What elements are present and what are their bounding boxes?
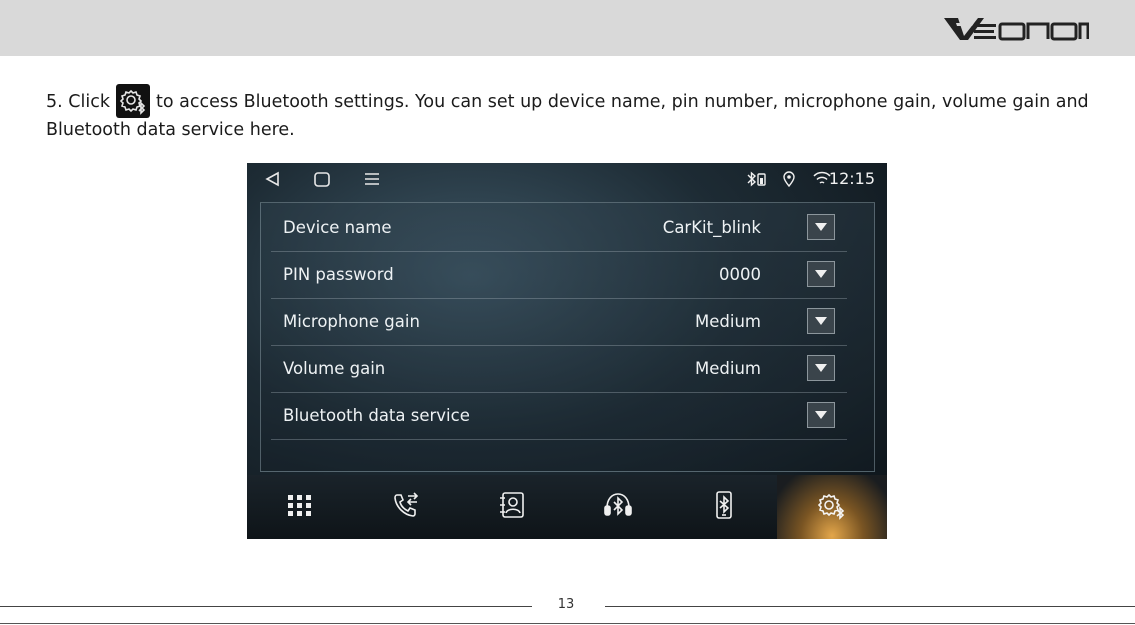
setting-row-bluetooth-data-service[interactable]: Bluetooth data service (271, 393, 847, 440)
bluetooth-music-icon (604, 493, 632, 516)
setting-label: Device name (283, 218, 392, 237)
setting-row-device-name[interactable]: Device name CarKit_blink (271, 205, 847, 252)
dropdown-button[interactable] (807, 261, 835, 287)
head-unit-screen: 12:15 Device name CarKit_blink PIN passw… (247, 163, 887, 539)
status-bar: 12:15 (247, 163, 887, 195)
tab-bluetooth-settings[interactable] (777, 475, 887, 539)
setting-label: Microphone gain (283, 312, 420, 331)
dropdown-button[interactable] (807, 402, 835, 428)
call-log-icon (394, 492, 419, 517)
bluetooth-phone-icon (716, 491, 732, 519)
setting-value: 0000 (719, 265, 761, 284)
menu-icon[interactable] (362, 169, 382, 189)
dropdown-button[interactable] (807, 355, 835, 381)
setting-value: Medium (695, 359, 761, 378)
bluetooth-settings-icon (817, 493, 845, 520)
setting-label: PIN password (283, 265, 394, 284)
setting-row-volume-gain[interactable]: Volume gain Medium (271, 346, 847, 393)
instruction-prefix: 5. Click (46, 92, 110, 112)
eonon-logo (944, 18, 1089, 41)
home-icon[interactable] (312, 169, 332, 189)
setting-label: Bluetooth data service (283, 406, 470, 425)
setting-value: Medium (695, 312, 761, 331)
back-icon[interactable] (263, 169, 283, 189)
tab-call-log[interactable] (353, 475, 459, 539)
contacts-icon (500, 492, 524, 518)
dialpad-icon (288, 495, 311, 516)
location-pin-icon (783, 171, 795, 187)
setting-label: Volume gain (283, 359, 386, 378)
tab-dialpad[interactable] (247, 475, 353, 539)
setting-row-microphone-gain[interactable]: Microphone gain Medium (271, 299, 847, 346)
instruction-suffix: to access Bluetooth settings. You can se… (46, 92, 1089, 140)
tab-bluetooth-music[interactable] (565, 475, 671, 539)
setting-row-pin-password[interactable]: PIN password 0000 (271, 252, 847, 299)
dropdown-button[interactable] (807, 308, 835, 334)
bluetooth-settings-panel: Device name CarKit_blink PIN password 00… (260, 202, 875, 472)
instruction-text: 5. Click to access Bluetooth settings. Yo… (46, 84, 1106, 142)
tab-bluetooth-phone[interactable] (671, 475, 777, 539)
dropdown-button[interactable] (807, 214, 835, 240)
footer-rule-right (605, 606, 1135, 607)
bluetooth-tab-bar (247, 475, 887, 539)
bluetooth-settings-icon (115, 84, 150, 118)
footer-rule-left (0, 606, 532, 607)
tab-contacts[interactable] (459, 475, 565, 539)
bottom-rule (0, 623, 1135, 624)
page-number: 13 (557, 597, 575, 612)
bluetooth-battery-icon (747, 171, 766, 187)
status-time: 12:15 (828, 169, 875, 188)
setting-value: CarKit_blink (662, 218, 761, 237)
